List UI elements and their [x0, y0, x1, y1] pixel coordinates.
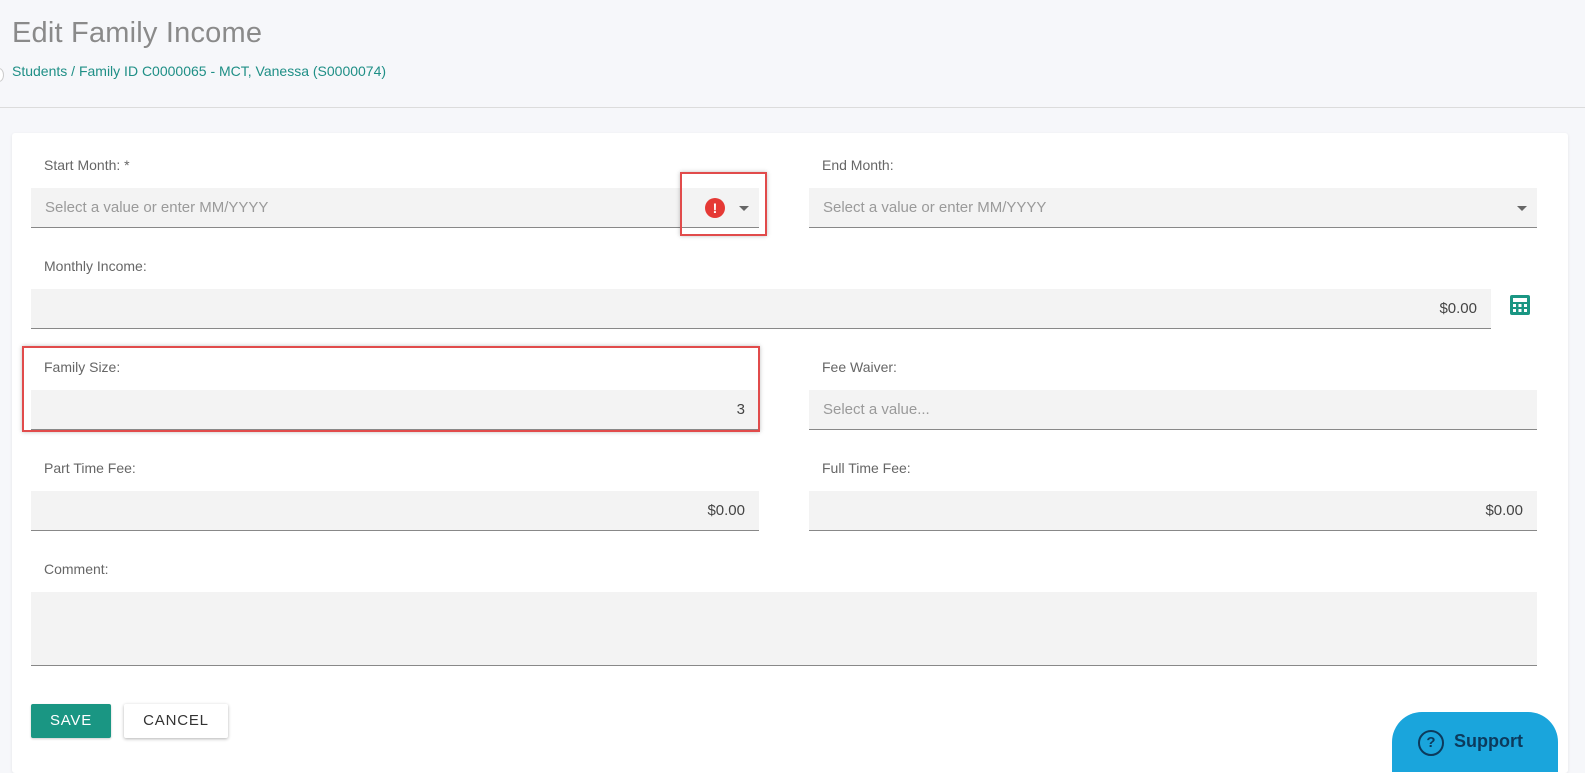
calculator-icon[interactable]	[1509, 294, 1531, 316]
cancel-button[interactable]: CANCEL	[124, 704, 228, 738]
fee-waiver-label: Fee Waiver:	[822, 359, 897, 375]
save-button[interactable]: SAVE	[31, 704, 111, 738]
breadcrumb-family-link[interactable]: Family ID C0000065 - MCT, Vanessa (S0000…	[79, 63, 386, 79]
full-time-fee-label: Full Time Fee:	[822, 460, 911, 476]
fee-waiver-select[interactable]: Select a value...	[809, 390, 1537, 430]
page-header: Edit Family Income Students / Family ID …	[0, 0, 1585, 108]
breadcrumb-students-link[interactable]: Students	[12, 63, 67, 79]
chevron-down-icon[interactable]	[1517, 206, 1527, 211]
comment-label: Comment:	[44, 561, 109, 577]
sidebar-toggle[interactable]	[0, 68, 4, 82]
start-month-placeholder: Select a value or enter MM/YYYY	[45, 199, 269, 216]
end-month-select[interactable]: Select a value or enter MM/YYYY	[809, 188, 1537, 228]
part-time-fee-value: $0.00	[707, 502, 745, 519]
comment-textarea[interactable]	[31, 592, 1537, 666]
form-card	[12, 133, 1568, 773]
support-label: Support	[1454, 731, 1523, 751]
help-icon: ?	[1418, 730, 1444, 756]
part-time-fee-label: Part Time Fee:	[44, 460, 136, 476]
error-highlight-box	[680, 172, 767, 236]
full-time-fee-value: $0.00	[1485, 502, 1523, 519]
page-title: Edit Family Income	[12, 17, 263, 49]
breadcrumb-separator: /	[71, 63, 76, 79]
fee-waiver-placeholder: Select a value...	[823, 401, 930, 418]
monthly-income-input[interactable]: $0.00	[31, 289, 1491, 329]
breadcrumb: Students / Family ID C0000065 - MCT, Van…	[12, 63, 386, 79]
monthly-income-label: Monthly Income:	[44, 258, 147, 274]
monthly-income-value: $0.00	[1439, 300, 1477, 317]
end-month-label: End Month:	[822, 157, 894, 173]
support-button[interactable]: ? Support	[1392, 712, 1558, 772]
full-time-fee-input[interactable]: $0.00	[809, 491, 1537, 531]
family-size-highlight-box	[22, 346, 760, 432]
start-month-select[interactable]: Select a value or enter MM/YYYY !	[31, 188, 759, 228]
start-month-label: Start Month: *	[44, 157, 130, 173]
end-month-placeholder: Select a value or enter MM/YYYY	[823, 199, 1047, 216]
part-time-fee-input[interactable]: $0.00	[31, 491, 759, 531]
